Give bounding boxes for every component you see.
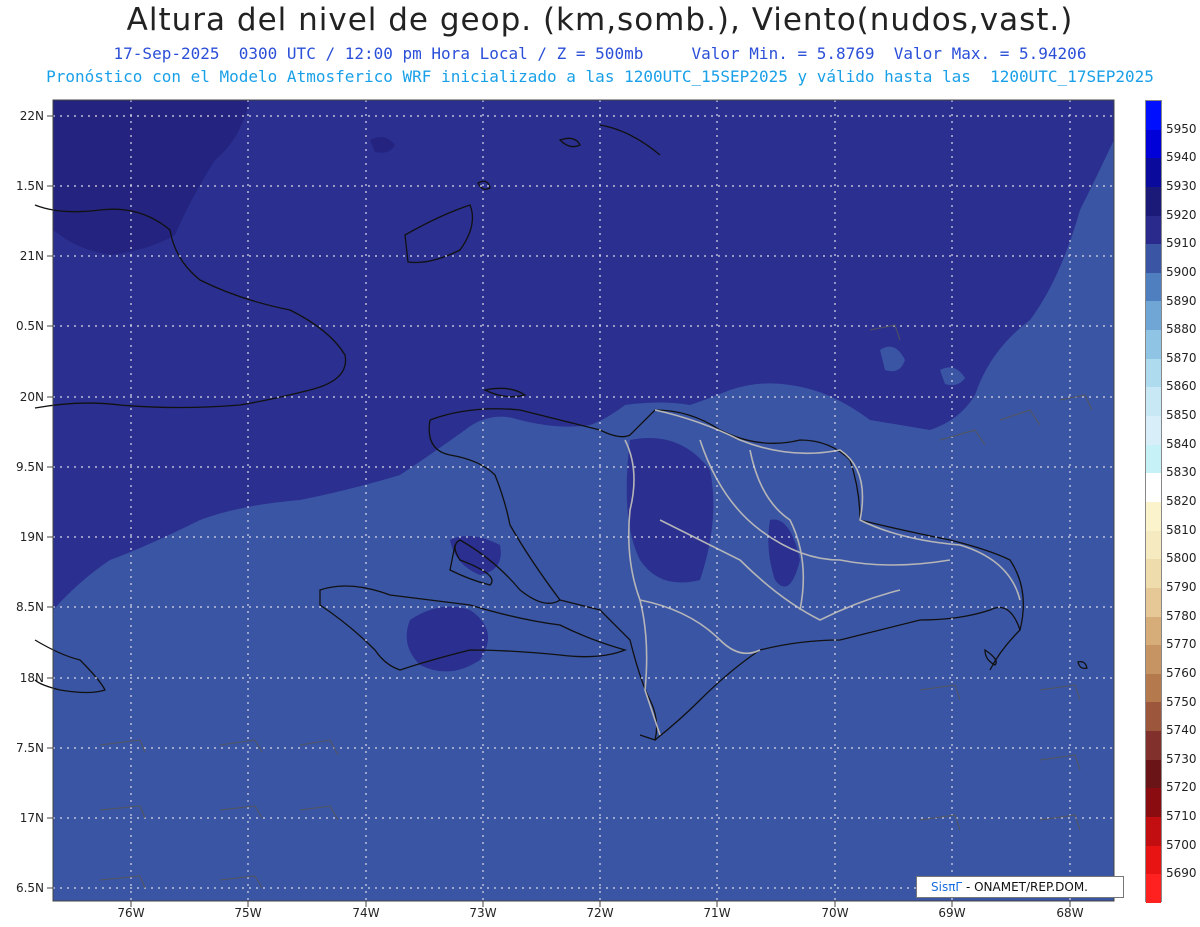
colorbar-label: 5720: [1166, 780, 1197, 795]
colorbar-swatch: [1146, 158, 1161, 187]
colorbar-swatch: [1146, 473, 1161, 502]
colorbar-label: 5800: [1166, 551, 1197, 566]
colorbar-label: 5920: [1166, 207, 1197, 222]
lat-label: 9.5N: [15, 460, 44, 474]
colorbar-label: 5770: [1166, 637, 1197, 652]
colorbar-swatch: [1146, 330, 1161, 359]
colorbar-label: 5740: [1166, 723, 1197, 738]
colorbar-label: 5910: [1166, 236, 1197, 251]
colorbar-label: 5830: [1166, 465, 1197, 480]
lat-label: 8.5N: [15, 600, 44, 614]
colorbar-swatch: [1146, 645, 1161, 674]
lon-label: 72W: [586, 906, 614, 920]
colorbar-swatch: [1146, 387, 1161, 417]
colorbar-label: 5890: [1166, 293, 1197, 308]
lat-label: 6.5N: [15, 881, 44, 895]
lon-label: 68W: [1056, 906, 1084, 920]
colorbar-swatch: [1146, 101, 1161, 130]
colorbar-label: 5790: [1166, 579, 1197, 594]
lon-label: 70W: [821, 906, 849, 920]
colorbar: [1145, 100, 1162, 903]
colorbar-label: 5880: [1166, 322, 1197, 337]
colorbar-swatch: [1146, 673, 1161, 703]
colorbar-swatch: [1146, 874, 1161, 903]
colorbar-swatch: [1146, 559, 1161, 588]
lat-label: 0.5N: [15, 319, 44, 333]
credit-text: - ONAMET/REP.DOM.: [965, 880, 1088, 894]
colorbar-label: 5930: [1166, 178, 1197, 193]
colorbar-swatch: [1146, 129, 1161, 159]
lat-label: 19N: [19, 530, 44, 544]
colorbar-label: 5820: [1166, 494, 1197, 508]
colorbar-label: 5750: [1166, 694, 1197, 709]
lat-label: 22N: [19, 109, 44, 123]
colorbar-swatch: [1146, 215, 1161, 245]
colorbar-swatch: [1146, 759, 1161, 789]
colorbar-swatch: [1146, 702, 1161, 732]
colorbar-label: 5950: [1166, 121, 1197, 136]
lon-label: 75W: [234, 906, 262, 920]
credit-box: SisπΓ - ONAMET/REP.DOM.: [916, 876, 1124, 898]
colorbar-label: 5860: [1166, 379, 1197, 394]
lon-label: 76W: [117, 906, 145, 920]
lat-label: 7.5N: [15, 741, 44, 755]
colorbar-label: 5760: [1166, 665, 1197, 680]
lon-label: 73W: [469, 906, 497, 920]
colorbar-swatch: [1146, 731, 1161, 760]
lat-label: 1.5N: [15, 179, 44, 193]
geopotential-5910-region: [406, 606, 488, 672]
colorbar-label: 5710: [1166, 809, 1197, 824]
colorbar-swatch: [1146, 186, 1161, 216]
colorbar-swatch: [1146, 587, 1161, 617]
lat-label: 17N: [19, 811, 44, 825]
colorbar-label: 5700: [1166, 837, 1197, 852]
colorbar-label: 5940: [1166, 150, 1197, 165]
lon-label: 69W: [938, 906, 966, 920]
colorbar-label: 5780: [1166, 608, 1197, 623]
colorbar-swatch: [1146, 616, 1161, 646]
lon-label: 74W: [352, 906, 380, 920]
colorbar-swatch: [1146, 501, 1161, 531]
colorbar-label: 5900: [1166, 264, 1197, 279]
colorbar-swatch: [1146, 788, 1161, 818]
colorbar-label: 5690: [1166, 866, 1197, 881]
lon-label: 71W: [703, 906, 731, 920]
colorbar-swatch: [1146, 845, 1161, 875]
colorbar-label: 5870: [1166, 350, 1197, 365]
lat-label: 21N: [19, 249, 44, 263]
colorbar-swatch: [1146, 272, 1161, 302]
lat-label: 18N: [19, 671, 44, 685]
colorbar-label: 5730: [1166, 751, 1197, 766]
colorbar-swatch: [1146, 530, 1161, 560]
colorbar-swatch: [1146, 358, 1161, 388]
colorbar-swatch: [1146, 817, 1161, 846]
colorbar-label: 5810: [1166, 522, 1197, 537]
colorbar-label: 5840: [1166, 436, 1197, 451]
colorbar-swatch: [1146, 301, 1161, 331]
colorbar-swatch: [1146, 416, 1161, 445]
credit-brand: SisπΓ: [931, 880, 963, 894]
colorbar-swatch: [1146, 244, 1161, 273]
map-panel: [34, 99, 1115, 907]
colorbar-label: 5850: [1166, 408, 1197, 423]
lat-label: 20N: [19, 390, 44, 404]
colorbar-swatch: [1146, 444, 1161, 474]
